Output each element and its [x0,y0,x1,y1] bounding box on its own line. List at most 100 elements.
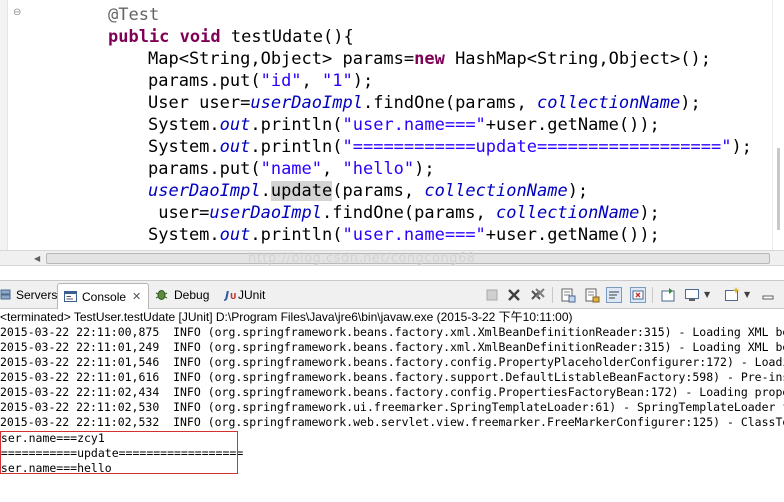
code-token: (params, [332,181,425,201]
scroll-left-arrow-icon[interactable]: ◀ [34,253,44,264]
code-line[interactable]: System.out.println("============update==… [0,136,772,158]
display-console-icon[interactable] [684,287,700,303]
code-token: "user.name===" [342,225,486,245]
console-view-tabbar: Servers Console ✕ Debug J U JUnit ▼ ▼ [0,280,784,310]
console-line: 2015-03-22 22:11:00,875 INFO (org.spring… [0,325,784,339]
console-line: 2015-03-22 22:11:02,532 INFO (org.spring… [0,415,784,429]
close-icon[interactable]: ✕ [132,286,141,308]
code-token: update [270,181,333,201]
code-text[interactable]: @Test public void testUdate(){Map<String,… [0,4,772,246]
code-line[interactable]: params.put("name", "hello"); [0,158,772,180]
code-line[interactable]: System.out.println("user.name==="+user.g… [0,224,772,246]
code-token: params.put( [148,159,261,179]
scroll-lock-icon[interactable] [584,287,600,303]
remove-launch-icon[interactable] [506,287,522,303]
servers-icon [0,289,11,300]
code-token: +user.getName()); [485,115,660,135]
pin-console-icon[interactable] [630,287,646,303]
dropdown-arrow-icon[interactable]: ▼ [744,287,752,303]
console-line: 2015-03-22 22:11:01,616 INFO (org.spring… [0,370,784,384]
console-line: 2015-03-22 22:11:02,530 INFO (org.spring… [0,400,784,414]
code-token: ); [352,71,374,91]
code-token: "user.name===" [342,115,486,135]
terminate-icon[interactable] [484,287,500,303]
code-line[interactable]: Map<String,Object> params=new HashMap<St… [0,48,772,70]
tab-servers-label: Servers [16,288,58,302]
code-token: ); [567,181,589,201]
minimize-icon[interactable] [760,287,776,303]
code-token: "name" [260,159,323,179]
code-token: System. [148,137,220,157]
dropdown-arrow-icon[interactable]: ▼ [704,287,712,303]
code-token: User user= [148,93,251,113]
console-line: 2015-03-22 22:11:02,434 INFO (org.spring… [0,385,784,399]
code-token: .findOne(params, [362,93,537,113]
new-console-icon[interactable] [724,287,740,303]
editor-vertical-scrollbar-thumb[interactable] [777,148,780,230]
console-line: 2015-03-22 22:11:01,249 INFO (org.spring… [0,340,784,354]
code-token: collectionName [496,203,640,223]
code-line[interactable]: public void testUdate(){ [0,26,772,48]
code-token: "============update==================" [342,137,732,157]
code-token: "1" [322,71,353,91]
code-token: ); [680,93,701,113]
code-token: .println( [250,225,343,245]
code-token: System. [148,225,220,245]
junit-icon: J U [224,289,237,301]
console-process-status: <terminated> TestUser.testUdate [JUnit] … [0,309,784,326]
code-token: , [301,71,323,91]
code-token: .println( [250,137,343,157]
console-output[interactable]: 2015-03-22 22:11:00,875 INFO (org.spring… [0,325,784,502]
code-token: out [219,225,251,245]
remove-all-terminated-icon[interactable] [530,287,546,303]
svg-text:U: U [230,292,237,301]
tab-debug[interactable]: Debug [155,284,223,306]
code-token: System. [148,115,220,135]
toolbar-separator [652,287,653,303]
code-token: . [260,181,271,201]
code-line[interactable]: System.out.println("user.name==="+user.g… [0,114,772,136]
code-token: HashMap<String,Object>(); [444,49,711,69]
word-wrap-icon[interactable] [606,287,622,303]
code-token: ); [639,203,660,223]
highlight-annotation-box [0,431,238,474]
code-token: ); [731,137,752,157]
code-token: userDaoImpl [209,203,323,223]
code-token: out [219,115,251,135]
code-token: .findOne(params, [322,203,497,223]
code-token: void [179,27,221,47]
code-token: +user.getName()); [485,225,660,245]
code-token: collectionName [536,93,681,113]
code-token: params.put( [148,71,261,91]
code-line[interactable]: User user=userDaoImpl.findOne(params, co… [0,92,772,114]
tab-console[interactable]: Console ✕ [57,283,149,310]
code-token: collectionName [424,181,568,201]
code-line[interactable]: @Test [0,4,772,26]
debug-bug-icon [155,290,168,300]
tab-console-label: Console [82,290,127,304]
code-token: "hello" [342,159,415,179]
toolbar-separator [552,287,553,303]
clear-console-icon[interactable] [560,287,576,303]
open-console-icon[interactable] [660,287,676,303]
tab-debug-label: Debug [174,288,210,302]
svg-text:J: J [224,289,229,301]
tab-servers[interactable]: Servers [0,284,58,306]
code-editor[interactable]: ⊖ @Test public void testUdate(){Map<Strin… [0,0,784,250]
code-token: new [414,49,445,69]
console-line: 2015-03-22 22:11:01,546 INFO (org.spring… [0,355,784,369]
code-line[interactable]: user=userDaoImpl.findOne(params, collect… [0,202,772,224]
tab-junit-label: JUnit [238,288,266,302]
console-icon [64,291,77,302]
code-token: , [322,159,343,179]
code-token: userDaoImpl [148,181,261,201]
code-token: ); [414,159,435,179]
tab-junit[interactable]: J U JUnit [224,284,286,306]
code-token: .println( [250,115,343,135]
code-token: Map<String,Object> params= [148,49,415,69]
code-token: userDaoImpl [250,93,363,113]
code-line[interactable]: userDaoImpl.update(params, collectionNam… [0,180,772,202]
code-token: user= [148,203,210,223]
code-line[interactable]: params.put("id", "1"); [0,70,772,92]
